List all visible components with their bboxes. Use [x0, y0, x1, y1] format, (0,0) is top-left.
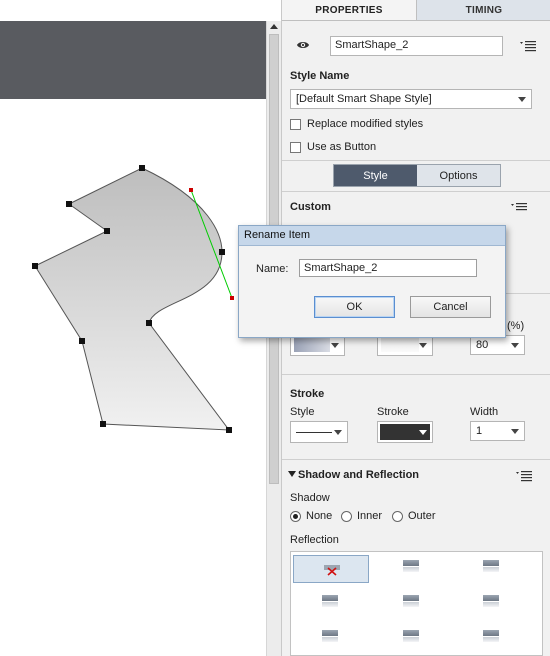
radio-inner[interactable]	[341, 510, 352, 522]
tab-properties[interactable]: PROPERTIES	[282, 0, 417, 20]
stroke-color-picker[interactable]	[377, 421, 433, 443]
reflection-none-cell[interactable]	[293, 555, 369, 583]
ok-button[interactable]: OK	[314, 296, 395, 318]
reflection-grid	[290, 551, 543, 656]
vertex-handle	[79, 338, 85, 344]
use-as-button-checkbox[interactable]	[290, 141, 301, 153]
rename-item-dialog: Rename Item Name: SmartShape_2 OK Cancel	[238, 225, 506, 338]
style-name-label: Style Name	[290, 70, 350, 82]
replace-styles-row[interactable]: Replace modified styles	[290, 118, 423, 130]
shadow-inner-label: Inner	[357, 510, 383, 522]
custom-label: Custom	[290, 201, 331, 213]
vertex-handle	[219, 249, 225, 255]
shadow-label: Shadow	[290, 492, 330, 504]
eye-icon[interactable]	[296, 38, 310, 52]
bezier-handle-top[interactable]	[189, 188, 193, 192]
chevron-down-icon	[511, 429, 519, 434]
shadow-none-label: None	[306, 510, 333, 522]
tab-timing[interactable]: TIMING	[417, 0, 550, 20]
line-style-preview	[296, 432, 332, 433]
vertex-handle	[66, 201, 72, 207]
stroke-width-select[interactable]: 1	[470, 421, 525, 441]
stroke-section-label: Stroke	[290, 388, 325, 400]
dialog-name-label: Name:	[256, 263, 289, 275]
reflection-option-icon[interactable]	[322, 630, 338, 642]
object-name-input[interactable]: SmartShape_2	[330, 36, 503, 56]
chevron-down-icon	[518, 97, 526, 102]
stroke-style-label: Style	[290, 406, 315, 418]
seg-style[interactable]: Style	[334, 165, 417, 186]
style-options-toggle[interactable]: Style Options	[333, 164, 501, 187]
radio-none[interactable]	[290, 510, 301, 522]
reflection-option-icon[interactable]	[483, 630, 499, 642]
style-name-select[interactable]: [Default Smart Shape Style]	[290, 89, 532, 109]
shadow-outer-label: Outer	[408, 510, 436, 522]
divider	[282, 374, 550, 375]
replace-styles-label: Replace modified styles	[307, 118, 424, 130]
divider	[282, 459, 550, 460]
replace-styles-checkbox[interactable]	[290, 118, 301, 130]
stroke-style-select[interactable]	[290, 421, 348, 443]
shadow-outer-option[interactable]: Outer	[392, 510, 436, 522]
vertex-handle	[146, 320, 152, 326]
seg-options[interactable]: Options	[417, 165, 500, 186]
chevron-down-icon	[419, 343, 427, 348]
panel-menu-icon[interactable]	[520, 40, 536, 52]
alpha-percent-label: (%)	[507, 320, 525, 332]
stage-canvas[interactable]	[0, 0, 266, 656]
gradient-swatch	[381, 338, 419, 352]
rename-name-input[interactable]: SmartShape_2	[299, 259, 477, 277]
radio-outer[interactable]	[392, 510, 403, 522]
vertex-handle	[139, 165, 145, 171]
reflection-option-icon[interactable]	[322, 595, 338, 607]
divider	[282, 160, 550, 161]
reflection-option-icon[interactable]	[483, 560, 499, 572]
shadow-inner-option[interactable]: Inner	[341, 510, 382, 522]
chevron-down-icon	[511, 343, 519, 348]
reflection-option-icon[interactable]	[483, 595, 499, 607]
scroll-up-arrow-icon[interactable]	[270, 24, 278, 29]
stroke-width-value: 1	[476, 425, 483, 437]
reflection-option-icon[interactable]	[403, 630, 419, 642]
chevron-down-icon	[331, 343, 339, 348]
reflection-label: Reflection	[290, 534, 339, 546]
dialog-title: Rename Item	[239, 226, 505, 246]
alpha-value: 80	[476, 339, 489, 351]
stroke-color-label: Stroke	[377, 406, 409, 418]
stroke-width-label: Width	[470, 406, 499, 418]
use-as-button-label: Use as Button	[307, 141, 377, 153]
vertex-handle	[104, 228, 110, 234]
reflection-option-icon[interactable]	[403, 595, 419, 607]
shadow-menu-icon[interactable]	[516, 470, 532, 482]
cancel-button[interactable]: Cancel	[410, 296, 491, 318]
alpha-select[interactable]: 80	[470, 335, 525, 355]
vertex-handle	[100, 421, 106, 427]
shadow-section-label: Shadow and Reflection	[298, 469, 420, 481]
custom-menu-icon[interactable]	[511, 202, 527, 214]
style-name-value: [Default Smart Shape Style]	[296, 93, 432, 105]
shadow-none-option[interactable]: None	[290, 510, 332, 522]
smart-shape[interactable]	[34, 167, 231, 431]
panel-tabs: PROPERTIES TIMING	[282, 0, 550, 21]
vertex-handle	[226, 427, 232, 433]
chevron-down-icon	[419, 430, 427, 435]
collapse-triangle-icon[interactable]	[288, 471, 296, 477]
bezier-handle-bottom[interactable]	[230, 296, 234, 300]
smart-shape-svg[interactable]	[0, 0, 266, 656]
vertex-handle	[32, 263, 38, 269]
vertical-scrollbar[interactable]	[266, 21, 281, 656]
use-as-button-row[interactable]: Use as Button	[290, 141, 376, 153]
no-reflection-icon	[324, 565, 340, 576]
fill-swatch	[294, 338, 330, 352]
chevron-down-icon	[334, 430, 342, 435]
reflection-option-icon[interactable]	[403, 560, 419, 572]
divider	[282, 191, 550, 192]
